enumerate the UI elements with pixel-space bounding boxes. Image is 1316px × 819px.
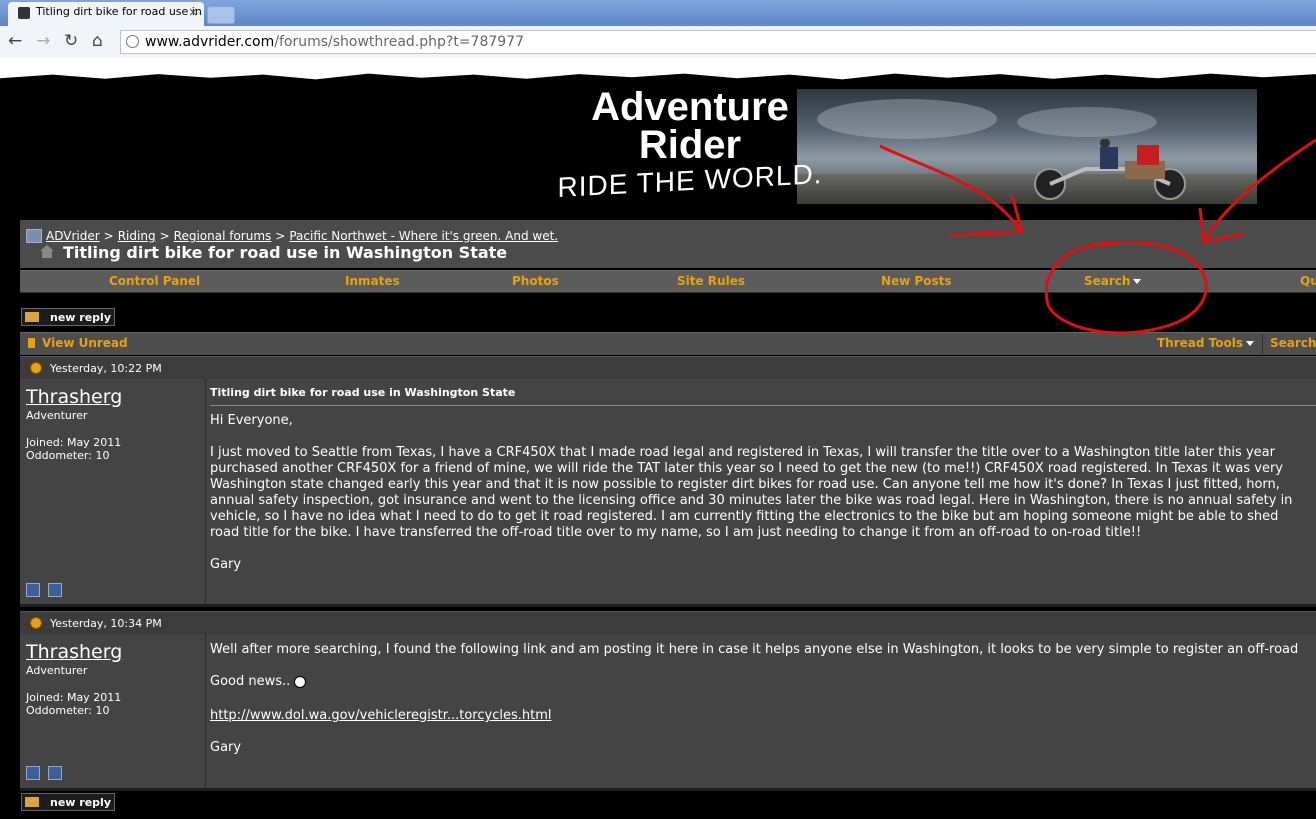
breadcrumb-separator: > (159, 229, 170, 243)
new-tab-button[interactable] (207, 6, 235, 24)
smiley-icon (294, 675, 307, 688)
tab-title: Titling dirt bike for road use in (36, 5, 202, 18)
post-header (20, 611, 1316, 635)
menu-new-posts[interactable]: New Posts (881, 274, 952, 288)
reply-arrow-icon (25, 312, 39, 322)
torn-edge-divider (0, 58, 1316, 80)
breadcrumb-pacific-northwet[interactable]: Pacific Northwet - Where it's green. And… (289, 229, 558, 243)
view-unread-icon (28, 338, 35, 348)
post-text-line: Washington state changed early this year… (210, 477, 1280, 492)
back-icon[interactable]: ← (8, 32, 22, 50)
breadcrumb-separator: > (275, 229, 286, 243)
post-separator (20, 788, 1316, 791)
motorcycle-rider-image (1034, 139, 1186, 200)
post-title: Titling dirt bike for road use in Washin… (210, 386, 516, 399)
reputation-icon[interactable] (48, 766, 62, 780)
breadcrumb-regional-forums[interactable]: Regional forums (174, 229, 272, 243)
url-path: /forums/showthread.php?t=787977 (274, 34, 524, 50)
post-text-line: vehicle, so I have no idea what I need t… (210, 509, 1279, 524)
new-reply-button-bottom[interactable]: new reply (21, 793, 115, 811)
breadcrumb-separator: > (103, 229, 114, 243)
menu-search-label: Search (1084, 274, 1131, 288)
menu-quick-links[interactable]: Qu (1300, 274, 1316, 288)
user-odometer: Oddometer: 10 (26, 704, 110, 717)
thread-tools-label: Thread Tools (1157, 336, 1243, 350)
username-link[interactable]: Thrasherg (26, 386, 122, 408)
post-text-line: purchased another CRF450X for a friend o… (210, 461, 1283, 476)
user-joined: Joined: May 2011 (26, 436, 122, 449)
post-separator (20, 604, 1316, 607)
post-text-line: Well after more searching, I found the f… (210, 642, 1299, 657)
breadcrumb: ADVrider > Riding > Regional forums > Pacific … (46, 229, 558, 243)
browser-tab[interactable]: Titling dirt bike for road use in × (8, 2, 204, 26)
post-status-icon (30, 617, 42, 629)
post-date: Yesterday, 10:22 PM (50, 362, 162, 375)
thread-title: Titling dirt bike for road use in Washin… (63, 243, 508, 262)
menu-control-panel[interactable]: Control Panel (109, 274, 200, 288)
user-joined: Joined: May 2011 (26, 691, 122, 704)
reload-icon[interactable]: ↻ (64, 32, 78, 50)
breadcrumb-riding[interactable]: Riding (118, 229, 156, 243)
menu-photos[interactable]: Photos (512, 274, 559, 288)
new-reply-button[interactable]: new reply (21, 308, 115, 326)
menu-search[interactable]: Search (1084, 274, 1142, 288)
post-link-line: http://www.dol.wa.gov/vehicleregistr...t… (210, 708, 1316, 724)
post-text-line: road title for the bike. I have transfer… (210, 525, 1142, 540)
breadcrumb-advrider[interactable]: ADVrider (46, 229, 100, 243)
reputation-icon[interactable] (48, 583, 62, 597)
new-reply-label: new reply (50, 796, 111, 809)
dol-link[interactable]: http://www.dol.wa.gov/vehicleregistr...t… (210, 708, 552, 723)
thread-tools-menu[interactable]: Thread Tools (1157, 336, 1254, 350)
user-title: Adventurer (26, 409, 88, 422)
thread-toolbar (20, 332, 1316, 355)
post-good-news: Good news.. (210, 674, 291, 689)
menu-inmates[interactable]: Inmates (345, 274, 400, 288)
vcard-icon[interactable] (26, 766, 40, 780)
globe-icon (126, 35, 139, 48)
url-domain: www.advrider.com (145, 34, 275, 50)
post-signoff: Gary (210, 557, 242, 572)
reply-arrow-icon (25, 797, 39, 807)
dropdown-arrow-icon (1133, 279, 1142, 284)
post-text-line: Good news.. (210, 674, 1316, 690)
forward-icon[interactable]: → (36, 32, 50, 50)
post-text-line: annual safety inspection, got insurance … (210, 493, 1293, 508)
toolbar-divider (1262, 334, 1263, 354)
post-title-rule (210, 405, 1316, 406)
search-thread-menu[interactable]: Search (1270, 336, 1316, 350)
view-unread-link[interactable]: View Unread (42, 336, 128, 350)
new-reply-label: new reply (50, 311, 111, 324)
user-odometer: Oddometer: 10 (26, 449, 110, 462)
tab-close-icon[interactable]: × (188, 5, 198, 19)
dropdown-arrow-icon (1246, 341, 1254, 346)
banner-cloud (1017, 107, 1157, 137)
post-signoff: Gary (210, 740, 242, 755)
banner-cloud (817, 99, 997, 139)
post-text-line: I just moved to Seattle from Texas, I ha… (210, 445, 1275, 460)
username-link[interactable]: Thrasherg (26, 641, 122, 663)
address-bar[interactable]: www.advrider.com/forums/showthread.php?t… (120, 30, 1316, 54)
site-banner[interactable]: Adventure Rider RIDE THE WORLD. (405, 89, 1257, 204)
site-favicon-icon (18, 7, 30, 19)
user-title: Adventurer (26, 664, 88, 677)
post-status-icon (30, 362, 42, 374)
post-date: Yesterday, 10:34 PM (50, 617, 162, 630)
forum-home-icon[interactable] (26, 229, 42, 243)
post-header (20, 356, 1316, 380)
vcard-icon[interactable] (26, 583, 40, 597)
menu-site-rules[interactable]: Site Rules (677, 274, 745, 288)
post-greeting: Hi Everyone, (210, 413, 293, 428)
home-icon[interactable]: ⌂ (92, 32, 103, 50)
